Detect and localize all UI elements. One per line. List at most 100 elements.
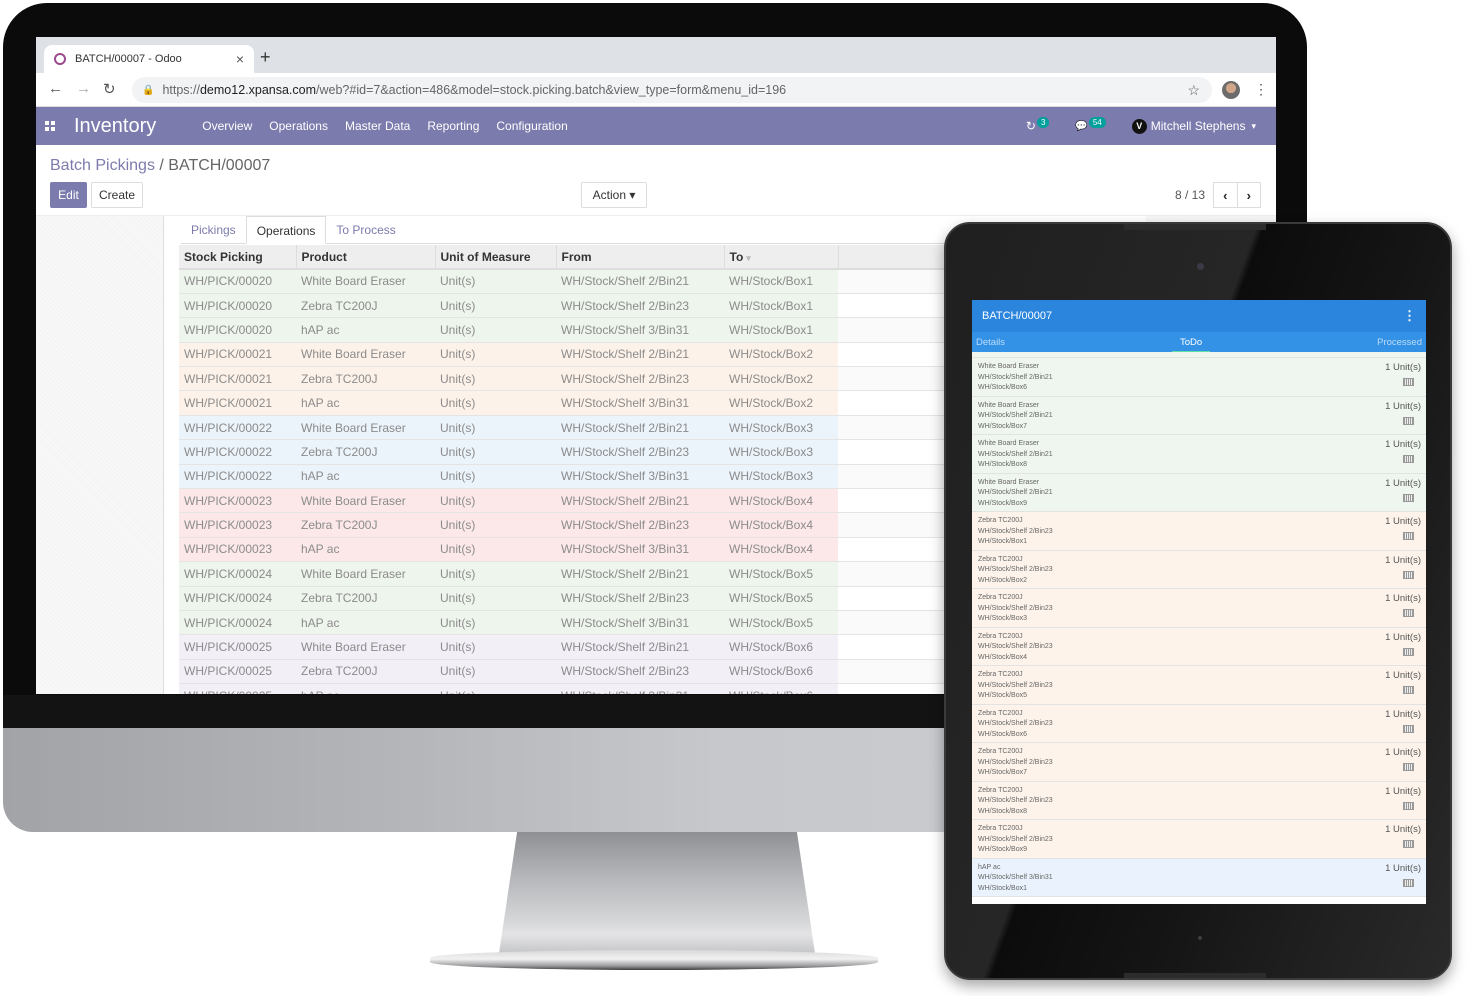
tablet-list-item[interactable]: Zebra TC200J WH/Stock/Shelf 2/Bin23 WH/Sto… <box>972 743 1426 782</box>
barcode-scan-icon[interactable] <box>1403 455 1414 463</box>
tablet-sensor <box>1198 936 1202 940</box>
cell-stock-picking: WH/PICK/00022 <box>179 415 296 441</box>
tablet-list-item[interactable]: White Board Eraser WH/Stock/Shelf 2/Bin21… <box>972 435 1426 474</box>
column-unit-of-measure[interactable]: Unit of Measure <box>435 245 557 270</box>
close-tab-icon[interactable]: × <box>236 51 244 67</box>
barcode-scan-icon[interactable] <box>1403 686 1414 694</box>
item-product: Zebra TC200J <box>978 517 1023 524</box>
tablet-list-item[interactable]: Zebra TC200J WH/Stock/Shelf 2/Bin23 WH/Sto… <box>972 589 1426 628</box>
profile-avatar[interactable] <box>1222 81 1240 99</box>
tablet-list-item[interactable]: Zebra TC200J WH/Stock/Shelf 2/Bin23 WH/Sto… <box>972 781 1426 820</box>
action-dropdown[interactable]: Action ▾ <box>581 182 647 208</box>
pager-next-button[interactable]: › <box>1238 183 1261 207</box>
cell-from: WH/Stock/Shelf 3/Bin31 <box>556 317 724 343</box>
edit-button[interactable]: Edit <box>50 182 87 208</box>
barcode-scan-icon[interactable] <box>1403 878 1414 887</box>
cell-uom: Unit(s) <box>435 366 556 392</box>
odoo-favicon-icon <box>54 53 66 65</box>
column-to[interactable]: To ▾ <box>724 245 839 270</box>
item-destination-location: WH/Stock/Box7 <box>978 422 1028 430</box>
cell-to: WH/Stock/Box4 <box>724 488 838 514</box>
column-stock-picking[interactable]: Stock Picking <box>179 245 297 270</box>
barcode-scan-icon[interactable] <box>1403 609 1414 617</box>
barcode-scan-icon[interactable] <box>1403 763 1414 771</box>
tablet-tab-details[interactable]: Details <box>976 337 1005 348</box>
barcode-scan-icon[interactable] <box>1403 647 1414 656</box>
menu-configuration[interactable]: Configuration <box>496 119 567 133</box>
tablet-list-item[interactable]: White Board Eraser WH/Stock/Shelf 2/Bin21… <box>972 358 1426 397</box>
item-quantity: 1 Unit(s) <box>1385 631 1421 643</box>
tablet-list-item[interactable]: Zebra TC200J WH/Stock/Shelf 2/Bin23 WH/Sto… <box>972 512 1426 551</box>
tab-operations[interactable]: Operations <box>245 216 327 244</box>
user-menu[interactable]: V Mitchell Stephens ▾ <box>1131 118 1256 134</box>
breadcrumb-batch-pickings[interactable]: Batch Pickings <box>50 157 155 174</box>
cell-stock-picking: WH/PICK/00023 <box>179 512 296 538</box>
cell-from: WH/Stock/Shelf 2/Bin23 <box>556 659 724 685</box>
tablet-speaker-top <box>1124 224 1266 230</box>
cell-stock-picking: WH/PICK/00020 <box>179 269 296 294</box>
item-destination-location: WH/Stock/Box7 <box>978 769 1028 776</box>
tab-to-process[interactable]: To Process <box>326 216 405 244</box>
cell-product: White Board Eraser <box>296 561 435 587</box>
item-quantity: 1 Unit(s) <box>1385 708 1421 720</box>
pager-previous-button[interactable]: ‹ <box>1214 183 1238 207</box>
apps-menu-icon[interactable] <box>45 121 55 131</box>
app-name[interactable]: Inventory <box>74 115 156 138</box>
tablet-list-item[interactable]: White Board Eraser WH/Stock/Shelf 2/Bin21… <box>972 396 1426 435</box>
barcode-scan-icon[interactable] <box>1403 532 1414 540</box>
browser-tab[interactable]: BATCH/00007 - Odoo × <box>44 45 254 73</box>
cell-stock-picking: WH/PICK/00025 <box>179 634 296 660</box>
tablet-list-item[interactable]: Zebra TC200J WH/Stock/Shelf 2/Bin23 WH/Sto… <box>972 666 1426 705</box>
forward-icon[interactable]: → <box>76 80 91 97</box>
menu-operations[interactable]: Operations <box>269 119 328 133</box>
cell-uom: Unit(s) <box>435 342 556 368</box>
cell-from: WH/Stock/Shelf 2/Bin21 <box>556 634 724 660</box>
barcode-scan-icon[interactable] <box>1403 840 1414 848</box>
barcode-scan-icon[interactable] <box>1403 801 1414 810</box>
tablet-list-item[interactable]: Zebra TC200J WH/Stock/Shelf 2/Bin23 WH/Sto… <box>972 627 1426 666</box>
item-quantity: 1 Unit(s) <box>1385 477 1421 489</box>
cell-product: White Board Eraser <box>296 269 435 294</box>
lock-icon: 🔒 <box>142 84 155 96</box>
bookmark-star-icon[interactable]: ☆ <box>1187 82 1200 99</box>
item-destination-location: WH/Stock/Box3 <box>978 615 1028 622</box>
column-product[interactable]: Product <box>296 245 436 270</box>
overflow-menu-icon[interactable]: ⋮ <box>1403 308 1416 324</box>
tablet-tab-processed[interactable]: Processed <box>1377 337 1422 348</box>
activity-menu[interactable]: ↻ 3 <box>1026 116 1050 133</box>
sort-caret-icon: ▾ <box>746 252 751 263</box>
column-from[interactable]: From <box>556 245 725 270</box>
tablet-list-item[interactable]: Zebra TC200J WH/Stock/Shelf 2/Bin23 WH/Sto… <box>972 550 1426 589</box>
cell-product: hAP ac <box>296 390 435 416</box>
address-bar[interactable]: 🔒 https://demo12.xpansa.com/web?#id=7&ac… <box>132 77 1212 103</box>
barcode-scan-icon[interactable] <box>1403 378 1414 386</box>
cell-product: White Board Eraser <box>296 634 435 660</box>
item-product: Zebra TC200J <box>978 594 1023 601</box>
tablet-list-item[interactable]: White Board Eraser WH/Stock/Shelf 2/Bin21… <box>972 473 1426 512</box>
tablet-batch-title: BATCH/00007 <box>982 310 1053 322</box>
barcode-scan-icon[interactable] <box>1403 416 1414 425</box>
tablet-tab-todo[interactable]: ToDo <box>1171 337 1211 353</box>
tablet-todo-list: White Board Eraser WH/Stock/Shelf 2/Bin21… <box>972 352 1426 897</box>
item-destination-location: WH/Stock/Box1 <box>978 538 1028 545</box>
menu-reporting[interactable]: Reporting <box>427 119 479 133</box>
new-tab-icon[interactable]: + <box>260 47 271 68</box>
reload-icon[interactable]: ↻ <box>103 80 116 98</box>
cell-uom: Unit(s) <box>435 269 556 294</box>
tablet-list-item[interactable]: Zebra TC200J WH/Stock/Shelf 2/Bin23 WH/Sto… <box>972 820 1426 859</box>
cell-to: WH/Stock/Box4 <box>724 537 838 563</box>
tablet-list-item[interactable]: hAP ac WH/Stock/Shelf 3/Bin31 WH/Stock/Box… <box>972 858 1426 897</box>
menu-overview[interactable]: Overview <box>202 119 252 133</box>
item-source-location: WH/Stock/Shelf 2/Bin21 <box>978 489 1053 496</box>
tablet-list-item[interactable]: Zebra TC200J WH/Stock/Shelf 2/Bin23 WH/Sto… <box>972 704 1426 743</box>
create-button[interactable]: Create <box>91 182 143 208</box>
browser-menu-icon[interactable]: ⋮ <box>1254 81 1268 98</box>
tab-pickings[interactable]: Pickings <box>181 216 246 244</box>
barcode-scan-icon[interactable] <box>1403 493 1414 502</box>
cell-stock-picking: WH/PICK/00020 <box>179 293 296 319</box>
menu-master-data[interactable]: Master Data <box>345 119 410 133</box>
messaging-menu[interactable]: 💬 54 <box>1075 116 1106 132</box>
barcode-scan-icon[interactable] <box>1403 570 1414 579</box>
back-icon[interactable]: ← <box>48 80 63 97</box>
barcode-scan-icon[interactable] <box>1403 724 1414 733</box>
